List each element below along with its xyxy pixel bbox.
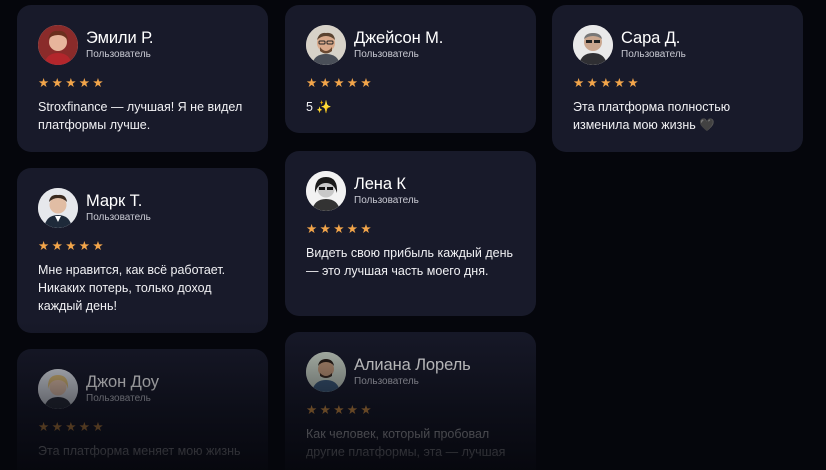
reviewer-info: Эмили Р. Пользователь (86, 29, 153, 61)
star-icon: ★ (65, 76, 77, 90)
star-icon: ★ (333, 222, 345, 236)
review-card: Алиана Лорель Пользователь ★ ★ ★ ★ ★ Как чел… (285, 332, 536, 470)
review-text: Видеть свою прибыль каждый день — это лу… (306, 246, 513, 278)
review-header: Джейсон М. Пользователь (306, 25, 515, 65)
review-text: Эта платформа меняет мою жизнь (38, 444, 241, 458)
avatar (306, 352, 346, 392)
star-icon: ★ (319, 76, 331, 90)
star-icon: ★ (306, 76, 318, 90)
star-icon: ★ (92, 239, 104, 253)
star-icon: ★ (573, 76, 585, 90)
reviewer-info: Марк Т. Пользователь (86, 192, 151, 224)
reviewer-name: Джейсон М. (354, 29, 444, 47)
star-icon: ★ (78, 420, 90, 434)
rating-stars: ★ ★ ★ ★ ★ (38, 76, 247, 90)
star-icon: ★ (360, 403, 372, 417)
star-icon: ★ (346, 403, 358, 417)
review-text: Мне нравится, как всё работает. Никаких … (38, 263, 226, 313)
reviewer-info: Джейсон М. Пользователь (354, 29, 443, 61)
star-icon: ★ (360, 76, 372, 90)
star-icon: ★ (38, 239, 50, 253)
review-header: Эмили Р. Пользователь (38, 25, 247, 65)
star-icon: ★ (78, 239, 90, 253)
reviewer-role: Пользователь (86, 212, 151, 223)
star-icon: ★ (92, 420, 104, 434)
star-icon: ★ (319, 403, 331, 417)
review-header: Сара Д. Пользователь (573, 25, 782, 65)
star-icon: ★ (78, 76, 90, 90)
star-icon: ★ (51, 239, 63, 253)
star-icon: ★ (38, 76, 50, 90)
reviewer-info: Лена К Пользователь (354, 175, 419, 207)
star-icon: ★ (65, 420, 77, 434)
star-icon: ★ (613, 76, 625, 90)
rating-stars: ★ ★ ★ ★ ★ (573, 76, 782, 90)
reviewer-role: Пользователь (354, 376, 419, 387)
review-card: Джейсон М. Пользователь ★ ★ ★ ★ ★ 5 ✨ (285, 5, 536, 133)
reviewer-role: Пользователь (354, 195, 419, 206)
star-icon: ★ (346, 76, 358, 90)
review-text: Эта платформа полностью изменила мою жиз… (573, 100, 731, 132)
reviewer-info: Алиана Лорель Пользователь (354, 356, 471, 388)
review-card: Эмили Р. Пользователь ★ ★ ★ ★ ★ Stroxfinance… (17, 5, 268, 152)
star-icon: ★ (38, 420, 50, 434)
star-icon: ★ (333, 403, 345, 417)
avatar (38, 25, 78, 65)
review-text: Как человек, который пробовал другие пла… (306, 427, 506, 459)
star-icon: ★ (65, 239, 77, 253)
reviewer-name: Эмили Р. (86, 29, 154, 47)
avatar (306, 171, 346, 211)
reviewer-name: Джон Доу (86, 373, 159, 391)
reviewer-info: Сара Д. Пользователь (621, 29, 686, 61)
rating-stars: ★ ★ ★ ★ ★ (38, 420, 247, 434)
review-card: Джон Доу Пользователь ★ ★ ★ ★ ★ Эта платформ… (17, 349, 268, 470)
review-text: 5 ✨ (306, 100, 332, 114)
rating-stars: ★ ★ ★ ★ ★ (38, 239, 247, 253)
star-icon: ★ (600, 76, 612, 90)
review-card: Марк Т. Пользователь ★ ★ ★ ★ ★ Мне нравится,… (17, 168, 268, 333)
star-icon: ★ (51, 420, 63, 434)
star-icon: ★ (360, 222, 372, 236)
reviewer-name: Сара Д. (621, 29, 681, 47)
review-card: Лена К Пользователь ★ ★ ★ ★ ★ Видеть свою пр… (285, 151, 536, 316)
star-icon: ★ (346, 222, 358, 236)
reviewer-role: Пользователь (86, 393, 151, 404)
review-header: Алиана Лорель Пользователь (306, 352, 515, 392)
star-icon: ★ (51, 76, 63, 90)
rating-stars: ★ ★ ★ ★ ★ (306, 76, 515, 90)
star-icon: ★ (586, 76, 598, 90)
star-icon: ★ (306, 222, 318, 236)
reviewer-name: Алиана Лорель (354, 356, 471, 374)
star-icon: ★ (92, 76, 104, 90)
rating-stars: ★ ★ ★ ★ ★ (306, 222, 515, 236)
reviewer-info: Джон Доу Пользователь (86, 373, 159, 405)
review-header: Лена К Пользователь (306, 171, 515, 211)
star-icon: ★ (306, 403, 318, 417)
rating-stars: ★ ★ ★ ★ ★ (306, 403, 515, 417)
avatar (306, 25, 346, 65)
star-icon: ★ (319, 222, 331, 236)
review-header: Марк Т. Пользователь (38, 188, 247, 228)
review-header: Джон Доу Пользователь (38, 369, 247, 409)
reviewer-role: Пользователь (86, 49, 151, 60)
reviewer-name: Лена К (354, 175, 406, 193)
star-icon: ★ (333, 76, 345, 90)
avatar (573, 25, 613, 65)
star-icon: ★ (627, 76, 639, 90)
review-card: Сара Д. Пользователь ★ ★ ★ ★ ★ Эта платформа… (552, 5, 803, 152)
reviewer-name: Марк Т. (86, 192, 143, 210)
reviews-section: Эмили Р. Пользователь ★ ★ ★ ★ ★ Stroxfinance… (0, 0, 826, 470)
avatar (38, 188, 78, 228)
reviewer-role: Пользователь (354, 49, 419, 60)
review-text: Stroxfinance — лучшая! Я не видел платфо… (38, 100, 243, 132)
avatar (38, 369, 78, 409)
reviewer-role: Пользователь (621, 49, 686, 60)
